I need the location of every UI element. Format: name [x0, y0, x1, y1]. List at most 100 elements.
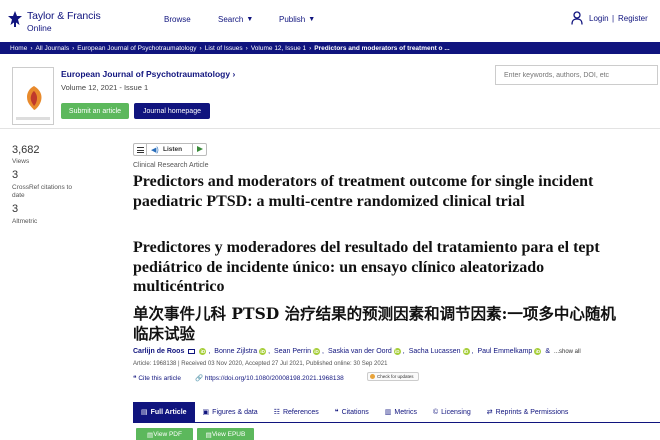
doi-link[interactable]: 🔗 https://doi.org/10.1080/20008198.2021.… — [195, 374, 344, 382]
show-all-authors-link[interactable]: ...show all — [554, 349, 581, 355]
tab-metrics[interactable]: ▥ Metrics — [377, 402, 425, 422]
crossref-count: 3 — [12, 169, 19, 181]
breadcrumb-current: Predictors and moderators of treatment o… — [314, 44, 450, 52]
author-list: Carlijn de Roos iD, Bonne Zijlstra iD, S… — [133, 348, 581, 355]
header-divider — [0, 128, 660, 129]
nav-search-label: Search — [218, 15, 244, 24]
cite-article-link[interactable]: ❝ Cite this article — [133, 374, 181, 382]
article-title-es: Predictores y moderadores del resultado … — [133, 239, 600, 295]
altmetric-count: 3 — [12, 203, 19, 215]
document-icon: ▤ — [141, 409, 148, 416]
article-title-en: Predictors and moderators of treatment o… — [133, 173, 594, 210]
author-link[interactable]: Sean Perrin — [274, 348, 311, 355]
cover-footer — [16, 117, 50, 120]
search-input[interactable] — [495, 65, 658, 85]
menu-icon[interactable] — [134, 144, 147, 155]
tab-reprints-label: Reprints & Permissions — [495, 408, 569, 416]
tab-reprints[interactable]: ⇄ Reprints & Permissions — [479, 402, 577, 422]
author-link[interactable]: Bonne Zijlstra — [214, 348, 257, 355]
listen-widget[interactable]: ◀) Listen — [133, 143, 207, 156]
brand-subname: Online — [27, 23, 52, 33]
login-link[interactable]: Login — [589, 14, 609, 23]
cite-article-label: Cite this article — [138, 375, 181, 382]
views-label: Views — [12, 158, 30, 165]
article-category: Clinical Research Article — [133, 162, 209, 169]
breadcrumb-home[interactable]: Home — [10, 45, 27, 52]
tab-full-article-label: Full Article — [150, 408, 187, 416]
tab-citations[interactable]: ❝ Citations — [327, 402, 377, 422]
envelope-icon[interactable] — [188, 349, 196, 354]
breadcrumb-chevron-icon: › — [245, 44, 248, 52]
tab-underline — [133, 422, 660, 423]
orcid-icon[interactable]: iD — [462, 348, 470, 355]
breadcrumb-issues[interactable]: List of Issues — [205, 45, 243, 52]
cover-art-icon — [27, 86, 42, 110]
licensing-icon: © — [432, 408, 439, 416]
author-link[interactable]: Paul Emmelkamp — [477, 348, 532, 355]
journal-volume[interactable]: Volume 12, 2021 - Issue 1 — [61, 83, 148, 92]
nav-publish[interactable]: Publish ▼ — [279, 15, 315, 24]
nav-browse[interactable]: Browse — [164, 15, 191, 24]
breadcrumb-volume[interactable]: Volume 12, Issue 1 — [251, 45, 306, 52]
tab-licensing[interactable]: © Licensing — [425, 402, 479, 422]
crossref-label: CrossRef citations to date — [12, 184, 72, 199]
listen-label: Listen — [163, 146, 183, 153]
journal-homepage-button[interactable]: Journal homepage — [134, 103, 210, 119]
breadcrumb-chevron-icon: › — [199, 44, 202, 52]
references-icon: ☷ — [273, 409, 280, 416]
top-header: Taylor & Francis Online Browse Search ▼ P… — [0, 0, 660, 40]
author-link[interactable]: Saskia van der Oord — [328, 348, 392, 355]
speaker-icon: ◀) — [151, 147, 159, 154]
journal-cover[interactable] — [12, 67, 54, 125]
orcid-icon[interactable]: iD — [534, 348, 542, 355]
tf-logo[interactable]: Taylor & Francis Online — [6, 8, 101, 34]
chevron-right-icon: › — [232, 69, 236, 79]
tab-references[interactable]: ☷ References — [266, 402, 327, 422]
register-link[interactable]: Register — [618, 14, 648, 23]
breadcrumb: Home › All Journals › European Journal o… — [0, 42, 660, 54]
breadcrumb-chevron-icon: › — [72, 44, 75, 52]
view-epub-button[interactable]: ▤ View EPUB — [197, 428, 254, 440]
header-separator: | — [612, 14, 615, 23]
orcid-icon[interactable]: iD — [313, 348, 321, 355]
nav-search[interactable]: Search ▼ — [218, 15, 253, 24]
reprints-icon: ⇄ — [486, 409, 493, 416]
author-link[interactable]: Carlijn de Roos — [133, 348, 184, 355]
breadcrumb-journal[interactable]: European Journal of Psychotraumatology — [77, 45, 196, 52]
submit-article-button[interactable]: Submit an article — [61, 103, 129, 119]
chevron-down-icon: ▼ — [246, 16, 254, 23]
view-pdf-button[interactable]: ▤ View PDF — [136, 428, 193, 440]
tab-full-article[interactable]: ▤ Full Article — [133, 402, 195, 422]
view-pdf-label: View PDF — [153, 431, 182, 438]
tab-references-label: References — [282, 408, 319, 416]
tab-metrics-label: Metrics — [394, 408, 417, 416]
tab-figures[interactable]: ▣ Figures & data — [195, 402, 266, 422]
check-updates-icon — [370, 374, 375, 379]
user-icon[interactable] — [571, 11, 583, 25]
check-updates-label: Check for updates — [377, 374, 414, 379]
doi-text: https://doi.org/10.1080/20008198.2021.19… — [204, 375, 344, 382]
altmetric-label: Altmetric — [12, 218, 38, 225]
journal-title[interactable]: European Journal of Psychotraumatology › — [61, 69, 235, 79]
article-title-zh: 单次事件儿科 PTSD 治疗结果的预测因素和调节因素:一项多中心随机临床试验 — [133, 304, 616, 343]
play-icon[interactable] — [192, 144, 206, 155]
breadcrumb-chevron-icon: › — [309, 44, 312, 52]
tab-citations-label: Citations — [341, 408, 369, 416]
nav-browse-label: Browse — [164, 15, 191, 24]
author-link[interactable]: Sacha Lucassen — [409, 348, 461, 355]
breadcrumb-chevron-icon: › — [30, 44, 33, 52]
orcid-icon[interactable]: iD — [199, 348, 207, 355]
check-for-updates-badge[interactable]: Check for updates — [367, 372, 419, 381]
link-icon: 🔗 — [195, 375, 205, 382]
tab-figures-label: Figures & data — [212, 408, 258, 416]
orcid-icon[interactable]: iD — [393, 348, 401, 355]
image-icon: ▣ — [202, 409, 210, 416]
orcid-icon[interactable]: iD — [259, 348, 267, 355]
breadcrumb-all-journals[interactable]: All Journals — [36, 45, 70, 52]
bar-chart-icon: ▥ — [384, 409, 392, 416]
article-tabs: ▤ Full Article ▣ Figures & data ☷ Reference… — [133, 402, 576, 422]
nav-publish-label: Publish — [279, 15, 306, 24]
brand-name: Taylor & Francis — [27, 10, 101, 22]
quote-icon: ❝ — [334, 409, 339, 416]
cover-band — [16, 72, 50, 80]
